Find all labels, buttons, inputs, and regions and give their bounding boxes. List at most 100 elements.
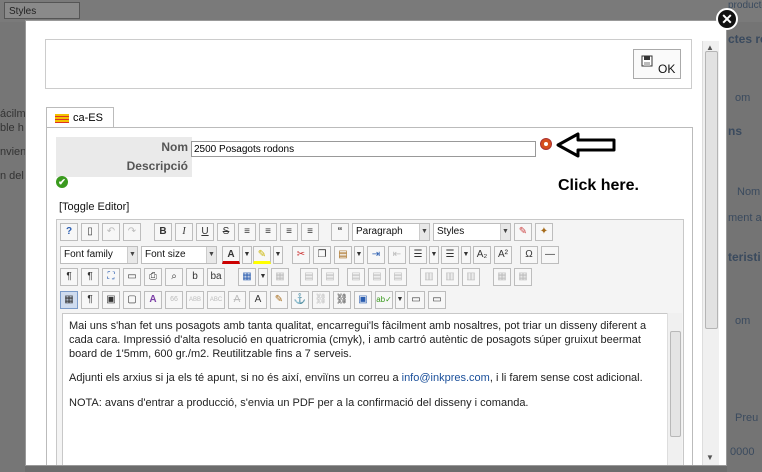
underline-icon[interactable]: U — [196, 223, 214, 241]
fullscreen-icon[interactable]: ⛶ — [102, 268, 120, 286]
abbreviation-icon[interactable]: ABB — [186, 291, 204, 309]
print-icon[interactable]: ⎙ — [144, 268, 162, 286]
cell-props-icon[interactable]: ▤ — [321, 268, 339, 286]
insert-row-after-icon[interactable]: ▤ — [368, 268, 386, 286]
chevron-down-icon[interactable]: ▼ — [258, 268, 268, 286]
blockquote-icon[interactable]: “ — [331, 223, 349, 241]
eraser-icon[interactable]: ✎ — [514, 223, 532, 241]
indent-icon[interactable]: ⇥ — [367, 246, 385, 264]
content-text: Adjunti els arxius si ja els té apunt, s… — [69, 372, 402, 384]
content-scrollbar[interactable] — [667, 313, 682, 465]
special-character-icon[interactable]: Ω — [520, 246, 538, 264]
bold-icon[interactable]: B — [154, 223, 172, 241]
unlink-icon[interactable]: ⛓ — [312, 291, 330, 309]
show-blocks-icon[interactable]: ¶ — [81, 291, 99, 309]
check-icon: ✔ — [56, 176, 68, 188]
insert-col-before-icon[interactable]: ▥ — [420, 268, 438, 286]
help-icon[interactable]: ? — [60, 223, 78, 241]
html-source-icon[interactable]: ▢ — [123, 291, 141, 309]
chevron-down-icon[interactable]: ▼ — [242, 246, 252, 264]
delete-row-icon[interactable]: ▤ — [389, 268, 407, 286]
paste-icon[interactable]: ▤ — [334, 246, 352, 264]
modal-scrollbar[interactable]: ▲ ▼ — [702, 41, 719, 465]
ltr-direction-icon[interactable]: ¶ — [60, 268, 78, 286]
background-text: ble h — [0, 122, 24, 134]
style-props-icon[interactable]: A — [144, 291, 162, 309]
visual-aid-icon[interactable]: ▦ — [60, 291, 78, 309]
insertion-icon[interactable]: A — [249, 291, 267, 309]
redo-icon[interactable]: ↷ — [123, 223, 141, 241]
attributes-icon[interactable]: ✎ — [270, 291, 288, 309]
page-break-icon[interactable]: ▭ — [407, 291, 425, 309]
cleanup-brush-icon[interactable]: ✦ — [535, 223, 553, 241]
italic-icon[interactable]: I — [175, 223, 193, 241]
outdent-icon[interactable]: ⇤ — [388, 246, 406, 264]
content-paragraph: NOTA: avans d'entrar a producció, s'envi… — [69, 397, 529, 409]
content-scrollbar-thumb[interactable] — [670, 331, 681, 437]
delete-col-icon[interactable]: ▥ — [462, 268, 480, 286]
readmore-icon[interactable]: ▭ — [428, 291, 446, 309]
rtl-direction-icon[interactable]: ¶ — [81, 268, 99, 286]
replace-icon[interactable]: b — [186, 268, 204, 286]
insert-row-before-icon[interactable]: ▤ — [347, 268, 365, 286]
new-document-icon[interactable]: ▯ — [81, 223, 99, 241]
acronym-icon[interactable]: ABC — [207, 291, 225, 309]
table-props-icon[interactable]: ▦ — [271, 268, 289, 286]
undo-icon[interactable]: ↶ — [102, 223, 120, 241]
spellcheck-icon[interactable]: ab✓ — [375, 291, 393, 309]
align-right-icon[interactable]: ≡ — [301, 223, 319, 241]
email-link[interactable]: info@inkpres.com — [402, 372, 490, 384]
highlight-icon[interactable]: ✎ — [253, 246, 271, 264]
nom-input[interactable]: 2500 Posagots rodons — [191, 141, 536, 157]
bullet-list-icon[interactable]: ☰ — [441, 246, 459, 264]
table-icon[interactable]: ▦ — [238, 268, 256, 286]
link-icon[interactable]: ⛓ — [333, 291, 351, 309]
align-justify-icon[interactable]: ≡ — [238, 223, 256, 241]
chevron-down-icon[interactable]: ▼ — [354, 246, 364, 264]
background-left-column — [0, 22, 25, 472]
strikethrough-icon[interactable]: S — [217, 223, 235, 241]
cite-icon[interactable]: 66 — [165, 291, 183, 309]
split-cells-icon[interactable]: ▦ — [493, 268, 511, 286]
required-field-icon[interactable] — [540, 138, 552, 150]
copy-icon[interactable]: ❐ — [313, 246, 331, 264]
styles-select[interactable]: Styles ▼ — [433, 223, 511, 241]
horizontal-rule-icon[interactable]: — — [541, 246, 559, 264]
merge-cells-icon[interactable]: ▦ — [514, 268, 532, 286]
editor-content-area[interactable]: Mai uns s'han fet uns posagots amb tanta… — [62, 313, 669, 465]
paragraph-select[interactable]: Paragraph ▼ — [352, 223, 430, 241]
align-center-icon[interactable]: ≡ — [259, 223, 277, 241]
find-replace-icon[interactable]: ba — [207, 268, 225, 286]
ok-button[interactable]: OK — [633, 49, 681, 79]
numbered-list-icon[interactable]: ☰ — [409, 246, 427, 264]
image-icon[interactable]: ▣ — [354, 291, 372, 309]
background-text: nvien — [0, 146, 27, 158]
scroll-down-icon[interactable]: ▼ — [706, 453, 714, 462]
cut-icon[interactable]: ✂ — [292, 246, 310, 264]
text-color-icon[interactable]: A — [222, 246, 240, 264]
preview-icon[interactable]: ▭ — [123, 268, 141, 286]
template-icon[interactable]: ▣ — [102, 291, 120, 309]
find-icon[interactable]: ⌕ — [165, 268, 183, 286]
nom-label: Nom — [161, 140, 188, 154]
subscript-icon[interactable]: A₂ — [473, 246, 491, 264]
background-text: ment a — [728, 212, 762, 224]
align-left-icon[interactable]: ≡ — [280, 223, 298, 241]
chevron-down-icon[interactable]: ▼ — [273, 246, 283, 264]
chevron-down-icon[interactable]: ▼ — [429, 246, 439, 264]
tab-ca-es[interactable]: ca-ES — [46, 107, 114, 128]
font-size-select[interactable]: Font size ▼ — [141, 246, 217, 264]
toggle-editor-link[interactable]: [Toggle Editor] — [59, 201, 129, 213]
superscript-icon[interactable]: A² — [494, 246, 512, 264]
background-text: ns — [728, 124, 743, 138]
chevron-down-icon[interactable]: ▼ — [461, 246, 471, 264]
insert-col-after-icon[interactable]: ▥ — [441, 268, 459, 286]
anchor-icon[interactable]: ⚓ — [291, 291, 309, 309]
content-text: , i li farem sense cost adicional. — [489, 372, 643, 384]
chevron-down-icon[interactable]: ▼ — [395, 291, 405, 309]
close-icon[interactable]: ✕ — [716, 8, 738, 30]
modal-scrollbar-thumb[interactable] — [705, 51, 718, 329]
deletion-icon[interactable]: A — [228, 291, 246, 309]
font-family-select[interactable]: Font family ▼ — [60, 246, 138, 264]
row-props-icon[interactable]: ▤ — [300, 268, 318, 286]
